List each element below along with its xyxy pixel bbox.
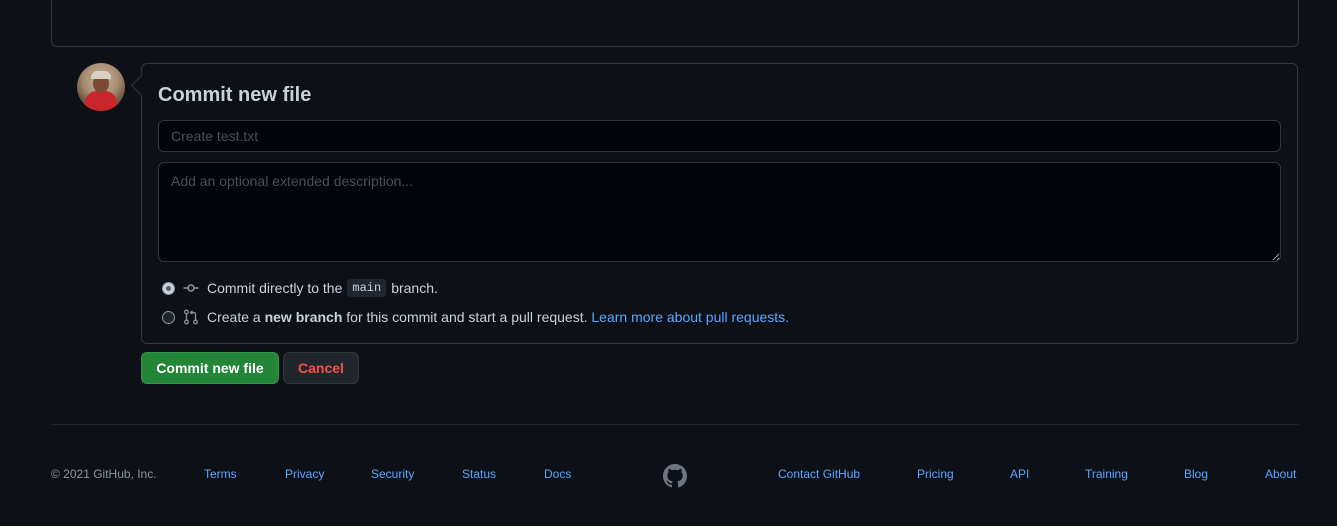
commit-direct-label-prefix: Commit directly to the xyxy=(207,280,343,296)
footer-link-terms[interactable]: Terms xyxy=(204,467,237,481)
footer-divider xyxy=(51,424,1299,425)
footer-link-training[interactable]: Training xyxy=(1085,467,1128,481)
new-branch-option[interactable]: Create a new branch for this commit and … xyxy=(162,307,789,327)
learn-more-pull-requests-link[interactable]: Learn more about pull requests. xyxy=(591,309,789,325)
commit-form-title: Commit new file xyxy=(158,84,312,106)
footer-link-docs[interactable]: Docs xyxy=(544,467,571,481)
footer-link-api[interactable]: API xyxy=(1010,467,1029,481)
commit-new-file-button[interactable]: Commit new file xyxy=(141,352,279,384)
commit-summary-input[interactable] xyxy=(158,120,1281,152)
commit-direct-option[interactable]: Commit directly to the main branch. xyxy=(162,278,438,298)
footer-link-about[interactable]: About xyxy=(1265,467,1296,481)
footer-link-privacy[interactable]: Privacy xyxy=(285,467,324,481)
file-editor-frame xyxy=(51,0,1299,47)
user-avatar[interactable] xyxy=(77,63,125,111)
commit-form-box: Commit new file Commit directly to the m… xyxy=(141,63,1298,344)
git-pull-request-icon xyxy=(183,309,199,325)
footer-link-security[interactable]: Security xyxy=(371,467,414,481)
new-branch-label-bold: new branch xyxy=(264,309,343,325)
new-branch-label-suffix: for this commit and start a pull request… xyxy=(346,309,588,325)
footer-link-status[interactable]: Status xyxy=(462,467,496,481)
commit-description-textarea[interactable] xyxy=(158,162,1281,262)
footer-link-contact-github[interactable]: Contact GitHub xyxy=(778,467,860,481)
cancel-button[interactable]: Cancel xyxy=(283,352,359,384)
git-commit-icon xyxy=(183,280,199,296)
footer-link-pricing[interactable]: Pricing xyxy=(917,467,954,481)
footer-copyright: © 2021 GitHub, Inc. xyxy=(51,467,157,481)
footer-link-blog[interactable]: Blog xyxy=(1184,467,1208,481)
commit-direct-label-suffix: branch. xyxy=(391,280,438,296)
branch-name-chip: main xyxy=(347,279,387,297)
github-mark-icon[interactable] xyxy=(663,464,687,488)
new-branch-radio[interactable] xyxy=(162,310,175,324)
new-branch-label-prefix: Create a xyxy=(207,309,261,325)
commit-direct-radio[interactable] xyxy=(162,281,175,295)
